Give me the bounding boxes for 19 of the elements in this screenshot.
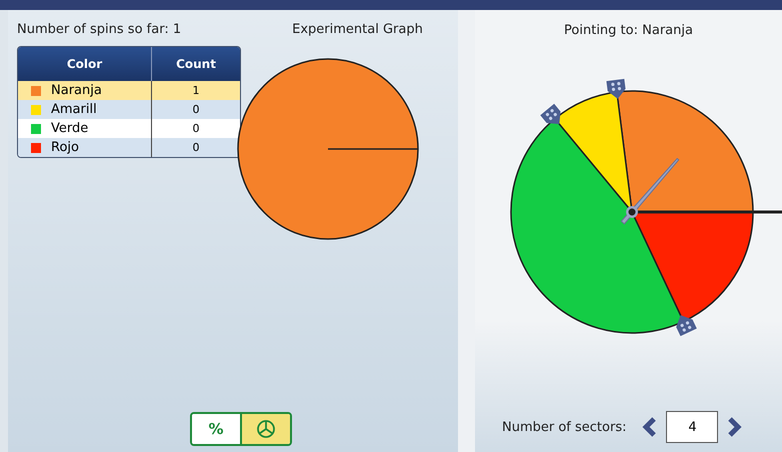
- pointer-result-title: Pointing to: Naranja: [563, 22, 694, 40]
- increase-button[interactable]: [726, 417, 742, 437]
- pie-chart-icon: [256, 419, 276, 439]
- color-name: Naranja: [51, 83, 102, 98]
- sector-handle[interactable]: [676, 315, 697, 336]
- graph-title: Experimental Graph: [292, 22, 423, 37]
- column-header: Color: [66, 56, 104, 73]
- decrease-button[interactable]: [642, 417, 658, 437]
- percent-button[interactable]: %: [192, 414, 240, 444]
- spinner-needle[interactable]: [620, 158, 680, 225]
- sector-handle[interactable]: [606, 78, 626, 99]
- spins-count-label: Number of spins so far: 1: [17, 22, 182, 37]
- sector-handle[interactable]: [540, 104, 561, 124]
- sectors-label: Number of sectors:: [502, 420, 626, 434]
- color-name: Amarill: [51, 102, 97, 117]
- color-name: Verde: [51, 121, 88, 136]
- sectors-value-field[interactable]: 4: [666, 411, 718, 443]
- color-name: Rojo: [51, 140, 79, 155]
- pie-chart-button[interactable]: [240, 414, 290, 444]
